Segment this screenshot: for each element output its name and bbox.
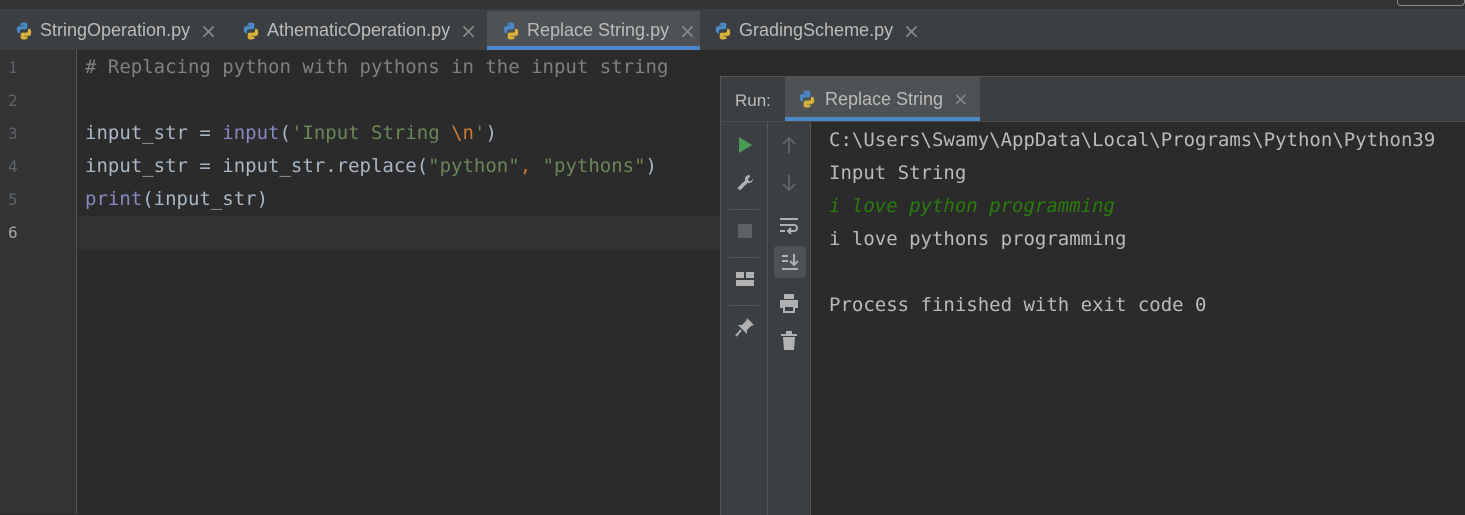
tab-replace-string[interactable]: Replace String.py × — [487, 11, 700, 50]
run-icon[interactable] — [730, 130, 760, 160]
layout-icon[interactable] — [730, 264, 760, 294]
code-token: \n — [451, 122, 474, 144]
tab-gradingscheme[interactable]: GradingScheme.py × — [713, 11, 920, 50]
run-tool-window: Run: Replace String × C:\Users\Swamy\App… — [720, 76, 1465, 515]
line-number-current: 6 — [8, 223, 18, 242]
code-token: "python" — [428, 155, 520, 177]
python-file-icon — [16, 22, 32, 39]
run-toolbar-secondary — [768, 122, 811, 515]
code-token: input — [222, 122, 280, 144]
code-token: ) — [645, 155, 657, 177]
run-label: Run: — [735, 91, 771, 110]
tab-label: AthematicOperation.py — [267, 20, 451, 40]
toolbar-separator — [729, 209, 759, 210]
close-icon[interactable]: × — [953, 89, 968, 110]
close-icon[interactable]: × — [460, 19, 477, 43]
console-output[interactable]: C:\Users\Swamy\AppData\Local\Programs\Py… — [829, 127, 1435, 316]
scroll-to-end-icon[interactable] — [774, 246, 806, 278]
code-token: ( — [279, 122, 291, 144]
tab-label: GradingScheme.py — [739, 20, 894, 40]
code-token: 'Input String — [290, 122, 452, 144]
console-line-user-input: i love python programming — [829, 195, 1115, 217]
close-icon[interactable]: × — [903, 19, 920, 43]
pin-icon[interactable] — [730, 312, 760, 342]
console-line-path: C:\Users\Swamy\AppData\Local\Programs\Py… — [829, 129, 1436, 151]
line-number: 1 — [8, 58, 18, 77]
run-toolbar-primary — [721, 122, 768, 515]
toolbar-separator — [729, 257, 759, 258]
run-tab-replace-string[interactable]: Replace String × — [785, 77, 981, 121]
code-token: , — [519, 155, 543, 177]
down-arrow-icon[interactable] — [774, 168, 804, 198]
console-line-exit: Process finished with exit code 0 — [829, 294, 1207, 316]
line-number: 5 — [8, 190, 18, 209]
code-token: "pythons" — [542, 155, 646, 177]
python-file-icon — [715, 22, 731, 39]
tab-bar-top-strip — [0, 0, 1465, 9]
toolbar-separator — [729, 305, 759, 306]
window-corner-button[interactable] — [1397, 0, 1465, 6]
console-line-output: i love pythons programming — [829, 228, 1127, 250]
code-token: ' — [473, 122, 486, 144]
code-token: ) — [485, 122, 497, 144]
print-icon[interactable] — [774, 288, 804, 318]
run-tab-label: Replace String — [825, 88, 944, 109]
line-number: 3 — [8, 124, 18, 143]
code-token: input_str = input_str.replace( — [85, 155, 429, 177]
tab-athematicoperation[interactable]: AthematicOperation.py × — [241, 11, 477, 50]
line-number-gutter: 1 2 3 4 5 6 — [0, 50, 77, 514]
line-number: 4 — [8, 157, 18, 176]
python-file-icon — [503, 22, 519, 39]
wrench-icon[interactable] — [730, 168, 760, 198]
python-file-icon — [243, 22, 259, 39]
code-token: print — [85, 188, 143, 210]
up-arrow-icon[interactable] — [774, 130, 804, 160]
close-icon[interactable]: × — [200, 19, 217, 43]
console-line-prompt: Input String — [829, 162, 967, 184]
stop-icon[interactable] — [730, 216, 760, 246]
code-line-4: input_str = input_str.replace("python", … — [85, 155, 657, 177]
run-panel-header: Run: Replace String × — [721, 77, 1465, 122]
close-icon[interactable]: × — [679, 19, 696, 43]
tab-label: Replace String.py — [527, 20, 670, 40]
code-line-5: print(input_str) — [85, 188, 268, 210]
code-line-3: input_str = input('Input String \n') — [85, 122, 497, 144]
soft-wrap-icon[interactable] — [774, 210, 804, 240]
tab-stringoperation[interactable]: StringOperation.py × — [14, 11, 217, 50]
tab-label: StringOperation.py — [40, 20, 191, 40]
code-token: (input_str) — [142, 188, 269, 210]
editor-tab-bar: StringOperation.py × AthematicOperation.… — [0, 0, 1465, 50]
trash-icon[interactable] — [774, 326, 804, 356]
line-number: 2 — [8, 91, 18, 110]
code-line-1: # Replacing python with pythons in the i… — [85, 56, 669, 78]
code-token: input_str = — [85, 122, 223, 144]
python-file-icon — [799, 90, 815, 108]
